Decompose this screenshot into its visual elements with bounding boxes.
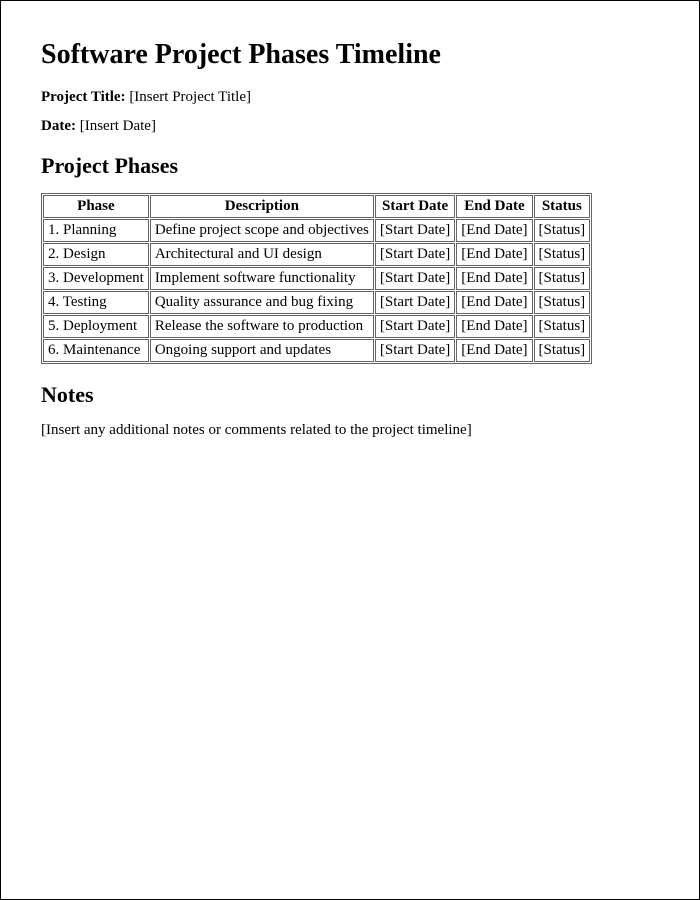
table-row: 3. Development Implement software functi… (43, 267, 590, 290)
cell-status: [Status] (534, 291, 591, 314)
col-start-date: Start Date (375, 195, 455, 218)
cell-phase: 2. Design (43, 243, 149, 266)
cell-end-date: [End Date] (456, 291, 532, 314)
cell-start-date: [Start Date] (375, 243, 455, 266)
cell-description: Release the software to production (150, 315, 374, 338)
project-title-label: Project Title: (41, 89, 126, 105)
cell-end-date: [End Date] (456, 243, 532, 266)
date-value: [Insert Date] (80, 118, 156, 134)
cell-description: Ongoing support and updates (150, 339, 374, 362)
cell-phase: 3. Development (43, 267, 149, 290)
cell-start-date: [Start Date] (375, 291, 455, 314)
table-row: 5. Deployment Release the software to pr… (43, 315, 590, 338)
cell-end-date: [End Date] (456, 267, 532, 290)
cell-status: [Status] (534, 243, 591, 266)
cell-status: [Status] (534, 339, 591, 362)
cell-description: Quality assurance and bug fixing (150, 291, 374, 314)
cell-start-date: [Start Date] (375, 315, 455, 338)
table-row: 4. Testing Quality assurance and bug fix… (43, 291, 590, 314)
cell-description: Define project scope and objectives (150, 219, 374, 242)
table-row: 2. Design Architectural and UI design [S… (43, 243, 590, 266)
table-row: 6. Maintenance Ongoing support and updat… (43, 339, 590, 362)
table-row: 1. Planning Define project scope and obj… (43, 219, 590, 242)
cell-phase: 6. Maintenance (43, 339, 149, 362)
project-title-line: Project Title: [Insert Project Title] (41, 89, 659, 106)
cell-status: [Status] (534, 267, 591, 290)
notes-heading: Notes (41, 382, 659, 408)
table-header-row: Phase Description Start Date End Date St… (43, 195, 590, 218)
cell-description: Implement software functionality (150, 267, 374, 290)
document-page: Software Project Phases Timeline Project… (0, 0, 700, 900)
cell-end-date: [End Date] (456, 339, 532, 362)
cell-phase: 4. Testing (43, 291, 149, 314)
cell-description: Architectural and UI design (150, 243, 374, 266)
col-phase: Phase (43, 195, 149, 218)
cell-end-date: [End Date] (456, 219, 532, 242)
notes-body: [Insert any additional notes or comments… (41, 422, 659, 439)
phases-table: Phase Description Start Date End Date St… (41, 193, 592, 364)
col-status: Status (534, 195, 591, 218)
date-label: Date: (41, 118, 76, 134)
cell-status: [Status] (534, 315, 591, 338)
cell-phase: 1. Planning (43, 219, 149, 242)
date-line: Date: [Insert Date] (41, 118, 659, 135)
col-end-date: End Date (456, 195, 532, 218)
page-title: Software Project Phases Timeline (41, 39, 659, 71)
col-description: Description (150, 195, 374, 218)
project-title-value: [Insert Project Title] (129, 89, 251, 105)
cell-start-date: [Start Date] (375, 219, 455, 242)
cell-phase: 5. Deployment (43, 315, 149, 338)
cell-status: [Status] (534, 219, 591, 242)
cell-end-date: [End Date] (456, 315, 532, 338)
cell-start-date: [Start Date] (375, 267, 455, 290)
cell-start-date: [Start Date] (375, 339, 455, 362)
phases-heading: Project Phases (41, 153, 659, 179)
